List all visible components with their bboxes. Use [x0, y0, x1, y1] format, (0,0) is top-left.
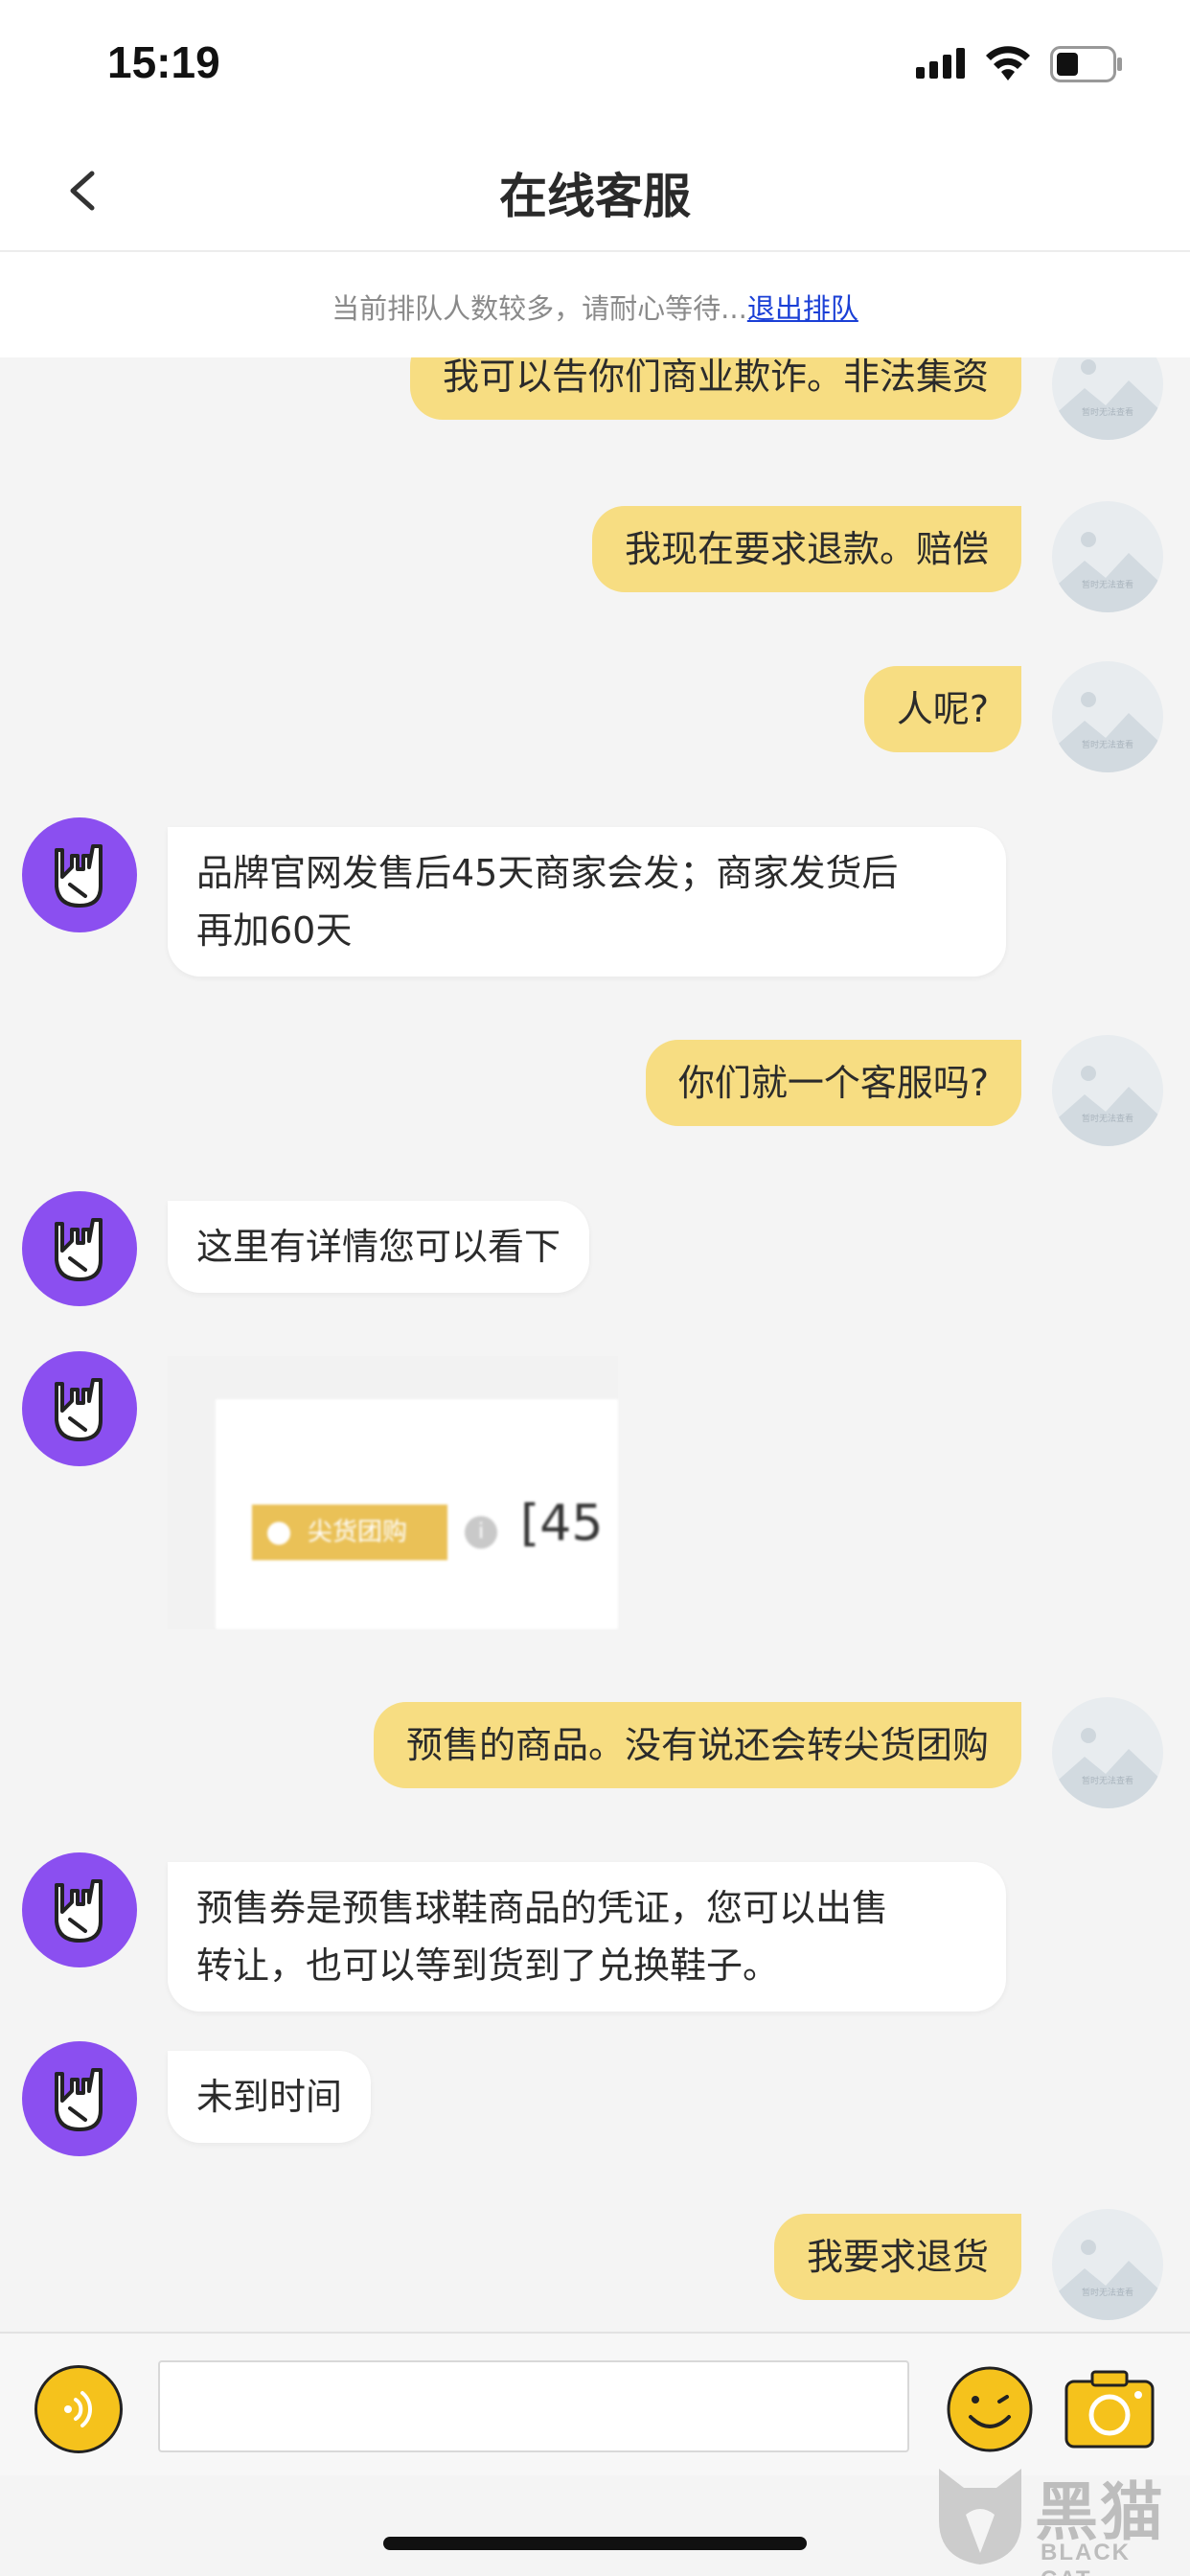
image-placeholder-icon	[1052, 532, 1163, 612]
message-line: 品牌官网发售后45天商家会发；商家发货后	[196, 852, 899, 894]
agent-message-bubble: 这里有详情您可以看下	[168, 1201, 590, 1293]
message-text: 我要求退货	[806, 2236, 989, 2278]
user-message-bubble: 人呢?	[863, 666, 1021, 752]
rock-hand-icon	[55, 1879, 103, 1943]
emoji-button[interactable]	[946, 2365, 1034, 2453]
user-message-bubble: 预售的商品。没有说还会转尖货团购	[373, 1702, 1021, 1788]
user-message-bubble: 你们就一个客服吗?	[645, 1040, 1021, 1126]
rock-hand-icon	[55, 2068, 103, 2131]
user-message-bubble: 我可以告你们商业欺诈。非法集资	[409, 357, 1021, 420]
agent-message-bubble: 品牌官网发售后45天商家会发；商家发货后 再加60天	[168, 827, 1006, 977]
agent-avatar	[22, 817, 137, 932]
queue-notice-text: 当前排队人数较多，请耐心等待...	[332, 292, 747, 325]
user-avatar: 暂时无法查看	[1052, 357, 1163, 440]
info-icon: i	[465, 1516, 497, 1549]
clock-icon	[267, 1522, 290, 1545]
product-screenshot: 尖货团购 i [45	[216, 1399, 618, 1629]
avatar-placeholder-text: 暂时无法查看	[1081, 1777, 1133, 1786]
rock-hand-icon	[55, 844, 103, 908]
message-text: 人呢?	[896, 688, 989, 730]
message-text: 这里有详情您可以看下	[196, 1226, 561, 1268]
user-message-bubble: 我要求退货	[773, 2214, 1021, 2300]
image-placeholder-icon	[1052, 359, 1163, 440]
wifi-icon	[986, 46, 1030, 80]
user-avatar: 暂时无法查看	[1052, 2209, 1163, 2320]
rock-hand-icon	[55, 1218, 103, 1281]
message-line: 转让，也可以等到货到了兑换鞋子。	[196, 1944, 780, 1987]
cellular-signal-icon	[916, 48, 965, 79]
avatar-placeholder-text: 暂时无法查看	[1081, 741, 1133, 750]
user-avatar: 暂时无法查看	[1052, 501, 1163, 612]
message-text: 我可以告你们商业欺诈。非法集资	[442, 357, 989, 398]
user-avatar: 暂时无法查看	[1052, 1697, 1163, 1808]
image-placeholder-icon	[1052, 1728, 1163, 1808]
voice-icon	[64, 2391, 93, 2427]
page-title: 在线客服	[499, 169, 691, 224]
user-avatar: 暂时无法查看	[1052, 661, 1163, 772]
status-bar: 15:19	[0, 0, 1190, 129]
agent-avatar	[22, 1852, 137, 1967]
image-message[interactable]: 尖货团购 i [45	[168, 1356, 618, 1629]
agent-avatar	[22, 2041, 137, 2156]
avatar-placeholder-text: 暂时无法查看	[1081, 1115, 1133, 1124]
message-line: 预售券是预售球鞋商品的凭证，您可以出售	[196, 1887, 889, 1929]
rock-hand-icon	[55, 1378, 103, 1441]
agent-avatar	[22, 1191, 137, 1306]
product-price: [45	[520, 1495, 604, 1552]
message-text: 未到时间	[196, 2076, 343, 2118]
nav-bar: 在线客服	[0, 129, 1190, 252]
input-bar	[0, 2332, 1190, 2475]
agent-avatar	[22, 1351, 137, 1466]
queue-notice: 当前排队人数较多，请耐心等待...退出排队	[0, 252, 1190, 357]
message-text: 预售的商品。没有说还会转尖货团购	[405, 1724, 989, 1766]
message-text: 我现在要求退款。赔偿	[624, 528, 989, 570]
avatar-placeholder-text: 暂时无法查看	[1081, 408, 1133, 418]
image-placeholder-icon	[1052, 2240, 1163, 2320]
avatar-placeholder-text: 暂时无法查看	[1081, 581, 1133, 590]
agent-message-bubble: 预售券是预售球鞋商品的凭证，您可以出售 转让，也可以等到货到了兑换鞋子。	[168, 1862, 1006, 2012]
battery-icon	[1050, 46, 1122, 82]
watermark-logo: 黑猫 BLACK CAT	[927, 2461, 1186, 2576]
message-input[interactable]	[158, 2360, 909, 2452]
exit-queue-link[interactable]: 退出排队	[747, 292, 858, 325]
message-text: 你们就一个客服吗?	[677, 1062, 989, 1104]
watermark-en: BLACK CAT	[1041, 2540, 1131, 2576]
chat-area[interactable]: 我可以告你们商业欺诈。非法集资 暂时无法查看 我现在要求退款。赔偿 暂时无法查看…	[0, 357, 1190, 2332]
voice-button[interactable]	[34, 2365, 123, 2453]
agent-message-bubble: 未到时间	[168, 2051, 372, 2143]
message-line: 再加60天	[196, 909, 353, 952]
image-placeholder-icon	[1052, 1066, 1163, 1146]
camera-button[interactable]	[1064, 2368, 1156, 2450]
user-avatar: 暂时无法查看	[1052, 1035, 1163, 1146]
image-placeholder-icon	[1052, 692, 1163, 772]
black-cat-logo-icon	[939, 2469, 1021, 2564]
status-time: 15:19	[107, 37, 220, 87]
user-message-bubble: 我现在要求退款。赔偿	[591, 506, 1021, 592]
avatar-placeholder-text: 暂时无法查看	[1081, 2288, 1133, 2298]
home-indicator[interactable]	[383, 2537, 807, 2550]
